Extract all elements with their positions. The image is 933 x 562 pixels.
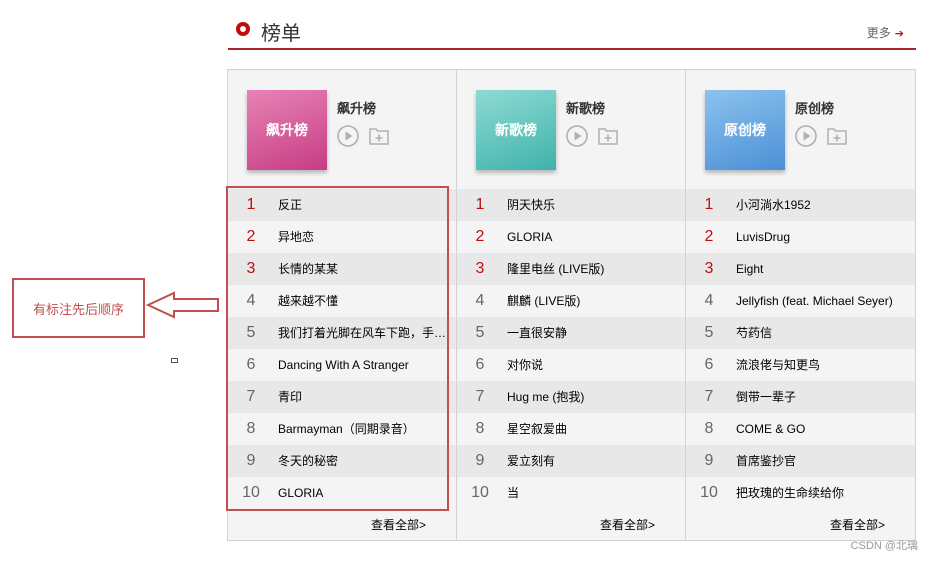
song-title[interactable]: 对你说 [507, 349, 677, 381]
highlight-box [226, 186, 449, 511]
rank-number: 4 [475, 292, 485, 309]
song-title[interactable]: 首席鉴抄官 [736, 445, 907, 477]
rank-number: 6 [704, 356, 714, 373]
song-title[interactable]: 星空叙爱曲 [507, 413, 677, 445]
left-arrow-icon [146, 291, 219, 319]
song-title[interactable]: Jellyfish (feat. Michael Seyer) [736, 285, 907, 317]
list-item[interactable]: 8 星空叙爱曲 [457, 413, 685, 445]
list-item[interactable]: 2 LuvisDrug [686, 221, 915, 253]
rank-number: 9 [704, 452, 714, 469]
list-item[interactable]: 3 隆里电丝 (LIVE版) [457, 253, 685, 285]
list-item[interactable]: 10 把玫瑰的生命续给你 [686, 477, 915, 509]
rank-number: 2 [475, 228, 485, 245]
rank-number: 2 [704, 228, 714, 245]
see-all-link[interactable]: 查看全部> [457, 509, 685, 541]
rank-number: 6 [475, 356, 485, 373]
song-list: 1 小河淌水1952 2 LuvisDrug 3 Eight 4 Jellyfish (… [686, 189, 915, 509]
list-item[interactable]: 5 一直很安静 [457, 317, 685, 349]
add-to-playlist-icon[interactable] [827, 127, 847, 145]
song-title[interactable]: 麒麟 (LIVE版) [507, 285, 677, 317]
song-title[interactable]: 当 [507, 477, 677, 509]
ranking-header: 榜单 更多 ➔ [228, 14, 916, 50]
list-item[interactable]: 1 阴天快乐 [457, 189, 685, 221]
song-title[interactable]: 把玫瑰的生命续给你 [736, 477, 907, 509]
song-title[interactable]: 流浪佬与知更鸟 [736, 349, 907, 381]
song-title[interactable]: COME & GO [736, 413, 907, 445]
play-circle-icon[interactable] [795, 125, 817, 147]
list-item[interactable]: 6 对你说 [457, 349, 685, 381]
board-name[interactable]: 原创榜 [795, 98, 834, 117]
play-circle-icon[interactable] [337, 125, 359, 147]
song-title[interactable]: Eight [736, 253, 907, 285]
rank-number: 1 [475, 196, 485, 213]
rank-number: 9 [475, 452, 485, 469]
song-title[interactable]: LuvisDrug [736, 221, 907, 253]
board-cover-label: 飙升榜 [266, 123, 308, 139]
list-item[interactable]: 5 芍药信 [686, 317, 915, 349]
header-circle-icon [236, 22, 250, 36]
song-title[interactable]: Hug me (抱我) [507, 381, 677, 413]
annotation-note: 有标注先后顺序 [12, 278, 145, 338]
board-new: 新歌榜 新歌榜 1 阴天快乐 2 GLORIA 3 隆里电丝 (LIVE版) 4 麒麟 … [457, 70, 686, 540]
rank-number: 8 [704, 420, 714, 437]
watermark: CSDN @北璃 [850, 540, 918, 552]
list-item[interactable]: 10 当 [457, 477, 685, 509]
arrow-right-icon[interactable]: ➔ [895, 28, 904, 40]
list-item[interactable]: 4 麒麟 (LIVE版) [457, 285, 685, 317]
play-circle-icon[interactable] [566, 125, 588, 147]
annotation-text: 有标注先后顺序 [32, 302, 124, 318]
board-cover-label: 原创榜 [724, 123, 766, 139]
add-to-playlist-icon[interactable] [369, 127, 389, 145]
list-item[interactable]: 8 COME & GO [686, 413, 915, 445]
rank-number: 5 [704, 324, 714, 341]
rank-number: 7 [704, 388, 714, 405]
rank-number: 10 [700, 484, 718, 501]
list-item[interactable]: 9 首席鉴抄官 [686, 445, 915, 477]
board-original: 原创榜 原创榜 1 小河淌水1952 2 LuvisDrug 3 Eight 4 Jel… [686, 70, 915, 540]
list-item[interactable]: 7 Hug me (抱我) [457, 381, 685, 413]
list-item[interactable]: 6 流浪佬与知更鸟 [686, 349, 915, 381]
more-link[interactable]: 更多 ➔ [867, 24, 904, 41]
song-title[interactable]: 倒带一辈子 [736, 381, 907, 413]
rank-number: 1 [704, 196, 714, 213]
board-header: 新歌榜 新歌榜 [457, 70, 685, 189]
song-title[interactable]: 一直很安静 [507, 317, 677, 349]
rank-number: 5 [475, 324, 485, 341]
song-title[interactable]: 隆里电丝 (LIVE版) [507, 253, 677, 285]
small-square-icon [171, 358, 178, 363]
board-name[interactable]: 飙升榜 [337, 98, 376, 117]
board-cover[interactable]: 飙升榜 [247, 90, 327, 170]
song-title[interactable]: 芍药信 [736, 317, 907, 349]
song-list: 1 阴天快乐 2 GLORIA 3 隆里电丝 (LIVE版) 4 麒麟 (LIVE版) … [457, 189, 685, 509]
list-item[interactable]: 9 爱立刻有 [457, 445, 685, 477]
board-cover-label: 新歌榜 [495, 123, 537, 139]
add-to-playlist-icon[interactable] [598, 127, 618, 145]
list-item[interactable]: 2 GLORIA [457, 221, 685, 253]
song-title[interactable]: GLORIA [507, 221, 677, 253]
board-header: 飙升榜 飙升榜 [228, 70, 456, 189]
song-title[interactable]: 小河淌水1952 [736, 189, 907, 221]
list-item[interactable]: 4 Jellyfish (feat. Michael Seyer) [686, 285, 915, 317]
rank-number: 4 [704, 292, 714, 309]
more-label[interactable]: 更多 [867, 26, 891, 40]
board-header: 原创榜 原创榜 [686, 70, 915, 189]
see-all-link[interactable]: 查看全部> [228, 509, 456, 541]
rank-number: 7 [475, 388, 485, 405]
list-item[interactable]: 7 倒带一辈子 [686, 381, 915, 413]
rank-number: 8 [475, 420, 485, 437]
board-cover[interactable]: 新歌榜 [476, 90, 556, 170]
rank-number: 10 [471, 484, 489, 501]
list-item[interactable]: 1 小河淌水1952 [686, 189, 915, 221]
board-cover[interactable]: 原创榜 [705, 90, 785, 170]
list-item[interactable]: 3 Eight [686, 253, 915, 285]
rank-number: 3 [704, 260, 714, 277]
rank-number: 3 [475, 260, 485, 277]
song-title[interactable]: 爱立刻有 [507, 445, 677, 477]
board-name[interactable]: 新歌榜 [566, 98, 605, 117]
page-title: 榜单 [261, 21, 301, 45]
song-title[interactable]: 阴天快乐 [507, 189, 677, 221]
